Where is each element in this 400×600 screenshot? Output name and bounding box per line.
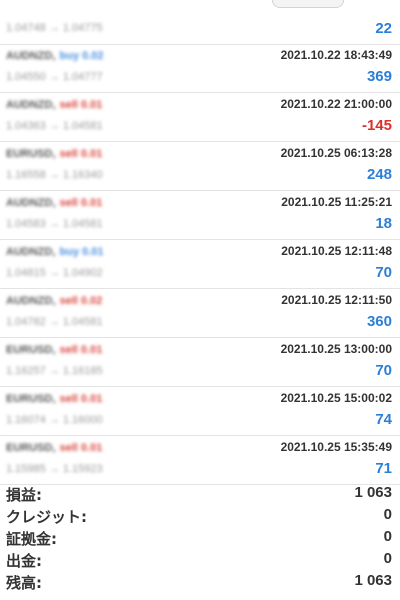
deal-side: sell 0.01 [59,442,103,454]
deal-profit: 18 [375,215,392,232]
deal-row[interactable]: AUDNZD, buy 0.02 1.04550 → 1.04777 2021.1… [0,44,400,93]
deals-list: AUDNZD, buy 0.02 1.04550 → 1.04777 2021.1… [0,44,400,485]
deal-profit: 74 [375,411,392,428]
deal-prices: 1.04363 → 1.04581 [6,120,103,132]
deal-prices: 1.04583 → 1.04581 [6,218,103,230]
summary-profit-row: 損益: 1 063 [0,482,400,504]
deal-side: sell 0.01 [59,344,103,356]
deal-symbol: AUDNZD, [6,99,56,111]
deal-symbol: AUDNZD, [6,50,56,62]
deal-row[interactable]: EURUSD, sell 0.01 1.15985 → 1.15923 2021.… [0,436,400,485]
deal-time: 2021.10.25 13:00:00 [280,342,392,356]
summary-label: 証拠金: [6,530,57,548]
deal-row[interactable]: AUDNZD, buy 0.01 1.04815 → 1.04902 2021.1… [0,240,400,289]
deal-prices: 1.16074 → 1.16000 [6,414,103,426]
summary-withdrawal-row: 出金: 0 [0,548,400,570]
summary-label: 出金: [6,552,42,570]
deal-time: 2021.10.25 12:11:50 [281,293,392,307]
summary-label: クレジット: [6,508,87,526]
deal-row-partial[interactable]: 1.04748 → 1.04775 22 [0,0,400,45]
deal-side: sell 0.02 [59,295,103,307]
deal-row[interactable]: EURUSD, sell 0.01 1.16074 → 1.16000 2021.… [0,387,400,436]
deal-side: buy 0.01 [59,246,104,258]
deal-side: sell 0.01 [59,197,103,209]
summary-value: 1 063 [354,484,392,501]
summary-credit-row: クレジット: 0 [0,504,400,526]
summary-value: 0 [383,550,392,567]
deal-side: buy 0.02 [59,50,104,62]
deal-symbol: EURUSD, [6,148,56,160]
deal-side: sell 0.01 [59,99,103,111]
summary-label: 損益: [6,486,42,504]
deal-profit: -145 [361,117,392,134]
deal-time: 2021.10.22 21:00:00 [280,97,392,111]
deal-row[interactable]: EURUSD, sell 0.01 1.16257 → 1.16185 2021.… [0,338,400,387]
deal-profit: 248 [366,166,392,183]
summary-value: 1 063 [354,572,392,589]
deal-prices: 1.16257 → 1.16185 [6,365,103,377]
summary-deposit-row: 証拠金: 0 [0,526,400,548]
deal-prices: 1.04782 → 1.04581 [6,316,103,328]
deal-time: 2021.10.25 12:11:48 [281,244,392,258]
deal-time: 2021.10.25 15:00:02 [280,391,392,405]
deal-side: sell 0.01 [59,148,103,160]
deal-prices: 1.16558 → 1.16340 [6,169,103,181]
summary-value: 0 [383,528,392,545]
summary-label: 残高: [6,574,42,592]
deal-prices: 1.04815 → 1.04902 [6,267,103,279]
summary-value: 0 [383,506,392,523]
deal-prices: 1.04748 → 1.04775 [6,22,103,34]
account-summary: 損益: 1 063 クレジット: 0 証拠金: 0 出金: 0 残高: 1 06… [0,482,400,592]
deal-row[interactable]: EURUSD, sell 0.01 1.16558 → 1.16340 2021.… [0,142,400,191]
deal-symbol: EURUSD, [6,393,56,405]
deal-row[interactable]: AUDNZD, sell 0.02 1.04782 → 1.04581 2021.… [0,289,400,338]
deal-row[interactable]: AUDNZD, sell 0.01 1.04363 → 1.04581 2021.… [0,93,400,142]
deal-time: 2021.10.25 06:13:28 [280,146,392,160]
deal-symbol: AUDNZD, [6,197,56,209]
deal-time: 2021.10.22 18:43:49 [280,48,392,62]
deal-profit: 70 [375,362,392,379]
deal-prices: 1.04550 → 1.04777 [6,71,103,83]
deal-prices: 1.15985 → 1.15923 [6,463,103,475]
deal-row[interactable]: AUDNZD, sell 0.01 1.04583 → 1.04581 2021.… [0,191,400,240]
deal-profit: 70 [375,264,392,281]
deal-profit: 369 [366,68,392,85]
deal-side: sell 0.01 [59,393,103,405]
deal-symbol: AUDNZD, [6,246,56,258]
deal-profit: 360 [366,313,392,330]
deal-time: 2021.10.25 15:35:49 [280,440,392,454]
deal-symbol: EURUSD, [6,344,56,356]
trade-history-screen: 1.04748 → 1.04775 22 AUDNZD, buy 0.02 1.0… [0,0,400,600]
deal-profit: 71 [375,460,392,477]
summary-balance-row: 残高: 1 063 [0,570,400,592]
deal-symbol: AUDNZD, [6,295,56,307]
deal-time: 2021.10.25 11:25:21 [281,195,392,209]
deal-profit: 22 [375,20,392,37]
deal-symbol: EURUSD, [6,442,56,454]
